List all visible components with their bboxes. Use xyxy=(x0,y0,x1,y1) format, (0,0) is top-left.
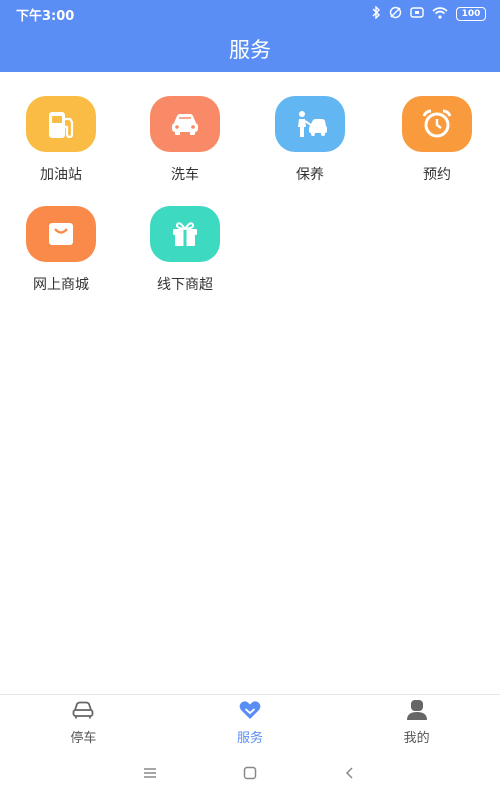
nav-label: 服务 xyxy=(236,731,263,746)
status-time: 下午3:00 xyxy=(16,8,75,24)
alarm-clock-icon xyxy=(402,96,472,152)
service-gas-station[interactable]: 加油站 xyxy=(16,96,106,196)
wifi-icon xyxy=(432,6,448,22)
bottom-nav: 停车 服务 我的 xyxy=(0,694,500,750)
menu-icon xyxy=(142,765,158,785)
home-square-icon xyxy=(242,765,258,785)
menu-button[interactable] xyxy=(135,760,165,790)
nav-parking[interactable]: 停车 xyxy=(33,697,133,749)
user-icon xyxy=(405,699,429,727)
back-button[interactable] xyxy=(335,760,365,790)
nav-mine[interactable]: 我的 xyxy=(367,697,467,749)
service-car-wash[interactable]: 洗车 xyxy=(140,96,230,196)
service-online-mall[interactable]: 网上商城 xyxy=(16,206,106,306)
page-title: 服务 xyxy=(229,38,271,62)
service-label: 线下商超 xyxy=(157,277,213,293)
service-label: 洗车 xyxy=(171,167,199,183)
gift-icon xyxy=(150,206,220,262)
service-label: 加油站 xyxy=(40,167,82,183)
battery-icon: 100 xyxy=(456,7,486,21)
car-outline-icon xyxy=(71,699,95,727)
nav-services[interactable]: 服务 xyxy=(200,697,300,749)
service-label: 保养 xyxy=(296,167,324,183)
service-offline-market[interactable]: 线下商超 xyxy=(140,206,230,306)
service-appointment[interactable]: 预约 xyxy=(392,96,482,196)
service-label: 网上商城 xyxy=(33,277,89,293)
mute-icon xyxy=(389,6,402,22)
car-maintenance-icon xyxy=(275,96,345,152)
shopping-bag-icon xyxy=(26,206,96,262)
sim-icon xyxy=(410,7,424,21)
fuel-pump-icon xyxy=(26,96,96,152)
chevron-left-icon xyxy=(342,765,358,785)
system-nav-bar xyxy=(0,750,500,800)
nav-label: 我的 xyxy=(403,731,430,746)
service-label: 预约 xyxy=(423,167,451,183)
nav-label: 停车 xyxy=(70,731,97,746)
car-icon xyxy=(150,96,220,152)
heart-icon xyxy=(238,699,262,727)
service-maintenance[interactable]: 保养 xyxy=(265,96,355,196)
header: 下午3:00 100 服务 xyxy=(0,0,500,72)
status-bar: 下午3:00 100 xyxy=(0,0,500,28)
status-icons: 100 xyxy=(371,5,486,22)
bluetooth-icon xyxy=(371,5,381,22)
screen: 下午3:00 100 服务 加油站 洗车 保养 预约 网上商城 线下商超 停车 … xyxy=(0,0,500,800)
home-button[interactable] xyxy=(235,760,265,790)
